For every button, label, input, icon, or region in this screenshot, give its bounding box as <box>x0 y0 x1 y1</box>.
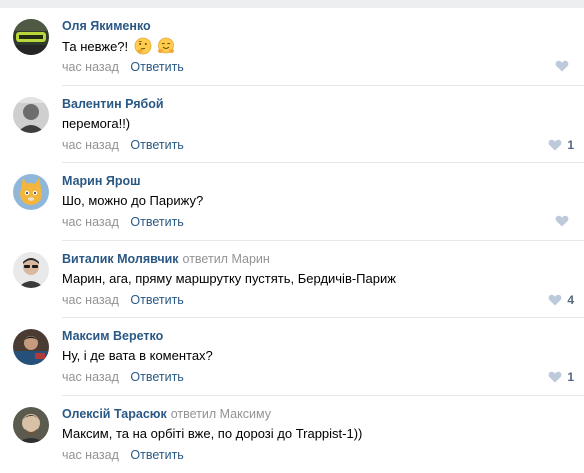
hugging-face-emoji <box>157 37 175 60</box>
avatar[interactable] <box>13 407 49 443</box>
comment-text: Шо, можно до Парижу? <box>62 192 203 210</box>
comment-item: Максим Веретко Ну, і де вата в коментах?… <box>0 318 584 396</box>
heart-icon <box>548 139 562 151</box>
reply-button[interactable]: Ответить <box>130 215 183 229</box>
comment-time[interactable]: час назад <box>62 138 119 152</box>
comment-author[interactable]: Виталик Молявчик <box>62 252 179 266</box>
comment-text: перемога!!) <box>62 115 130 133</box>
comment-text: Максим, та на орбіті вже, по дорозі до T… <box>62 425 362 443</box>
comment-time[interactable]: час назад <box>62 60 119 74</box>
comment-author[interactable]: Валентин Рябой <box>62 97 164 111</box>
comment-author[interactable]: Максим Веретко <box>62 329 163 343</box>
like-count: 1 <box>567 370 574 384</box>
comment-text: Ну, і де вата в коментах? <box>62 347 213 365</box>
like-count: 4 <box>567 293 574 307</box>
comment-item: Оля Якименко Та невже?! <box>0 8 584 86</box>
heart-icon <box>555 215 569 227</box>
comment-item: Марин Ярош Шо, можно до Парижу? час наза… <box>0 163 584 241</box>
heart-icon <box>548 371 562 383</box>
comment-item: Олексій Тарасюк ответил Максиму Максим, т… <box>0 396 584 473</box>
comment-item: Виталик Молявчик ответил Марин Марин, ага… <box>0 241 584 319</box>
reply-to-label[interactable]: ответил Максиму <box>171 407 271 421</box>
thinking-face-emoji <box>134 37 152 60</box>
comment-text: Та невже?! <box>62 37 175 60</box>
avatar[interactable] <box>13 174 49 210</box>
comment-item: Валентин Рябой перемога!!) час назад Отв… <box>0 86 584 164</box>
reply-to-label[interactable]: ответил Марин <box>183 252 270 266</box>
avatar[interactable] <box>13 97 49 133</box>
comment-text-content: Та невже?! <box>62 39 128 54</box>
reply-button[interactable]: Ответить <box>130 293 183 307</box>
like-button[interactable] <box>555 215 574 227</box>
comment-time[interactable]: час назад <box>62 370 119 384</box>
like-button[interactable]: 1 <box>548 370 574 384</box>
like-count: 1 <box>567 138 574 152</box>
top-divider-bar <box>0 0 584 8</box>
reply-button[interactable]: Ответить <box>130 370 183 384</box>
reply-button[interactable]: Ответить <box>130 448 183 462</box>
heart-icon <box>548 294 562 306</box>
comment-time[interactable]: час назад <box>62 448 119 462</box>
avatar[interactable] <box>13 252 49 288</box>
reply-button[interactable]: Ответить <box>130 60 183 74</box>
comment-text: Марин, ага, пряму маршрутку пустять, Бер… <box>62 270 396 288</box>
comment-author[interactable]: Оля Якименко <box>62 19 151 33</box>
like-button[interactable]: 1 <box>548 138 574 152</box>
comment-time[interactable]: час назад <box>62 215 119 229</box>
like-button[interactable]: 4 <box>548 293 574 307</box>
avatar[interactable] <box>13 329 49 365</box>
avatar[interactable] <box>13 19 49 55</box>
comment-author[interactable]: Олексій Тарасюк <box>62 407 167 421</box>
like-button[interactable] <box>555 60 574 72</box>
heart-icon <box>555 60 569 72</box>
comments-list: Оля Якименко Та невже?! <box>0 8 584 473</box>
comment-author[interactable]: Марин Ярош <box>62 174 141 188</box>
reply-button[interactable]: Ответить <box>130 138 183 152</box>
comment-time[interactable]: час назад <box>62 293 119 307</box>
